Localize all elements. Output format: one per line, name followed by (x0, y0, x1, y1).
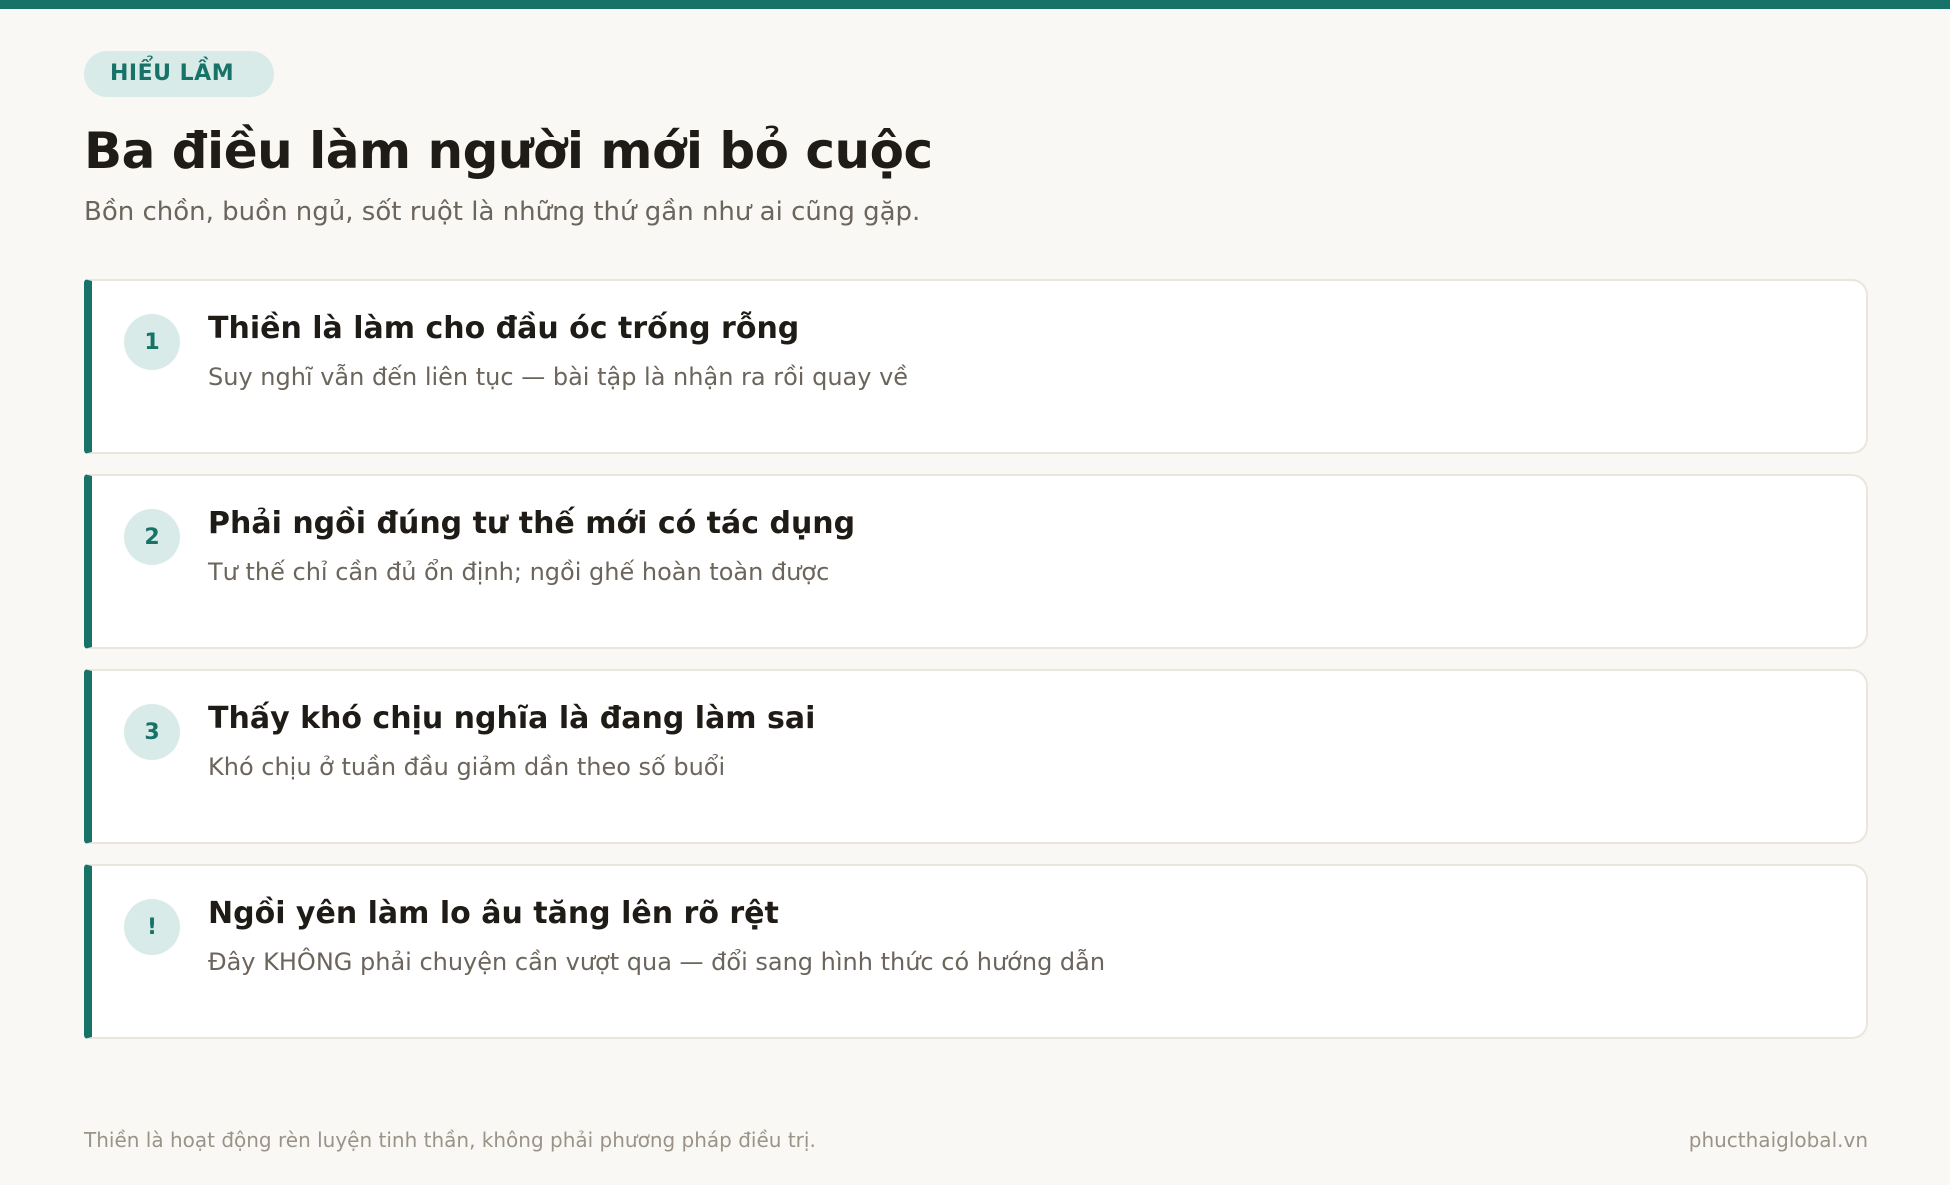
misconception-card-3: 3 Thấy khó chịu nghĩa là đang làm sai Kh… (84, 669, 1868, 844)
card-title: Thấy khó chịu nghĩa là đang làm sai (208, 701, 816, 736)
warning-card: ! Ngồi yên làm lo âu tăng lên rõ rệt Đây… (84, 864, 1868, 1039)
card-description: Tư thế chỉ cần đủ ổn định; ngồi ghế hoàn… (208, 558, 830, 586)
page-subtitle: Bồn chồn, buồn ngủ, sốt ruột là những th… (84, 197, 921, 227)
card-description: Suy nghĩ vẫn đến liên tục — bài tập là n… (208, 363, 909, 391)
category-tag: HIỂU LẦM (84, 51, 275, 97)
misconception-card-1: 1 Thiền là làm cho đầu óc trống rỗng Suy… (84, 279, 1868, 454)
card-description: Khó chịu ở tuần đầu giảm dần theo số buổ… (208, 753, 726, 781)
page-title: Ba điều làm người mới bỏ cuộc (84, 122, 933, 180)
top-accent-bar (0, 0, 1950, 9)
warning-badge-icon: ! (124, 899, 180, 955)
card-title: Ngồi yên làm lo âu tăng lên rõ rệt (208, 896, 779, 931)
number-badge: 3 (124, 704, 180, 760)
misconception-card-2: 2 Phải ngồi đúng tư thế mới có tác dụng … (84, 474, 1868, 649)
footer-site-link[interactable]: phucthaiglobal.vn (1689, 1127, 1868, 1153)
card-title: Thiền là làm cho đầu óc trống rỗng (208, 311, 800, 346)
footer-disclaimer: Thiền là hoạt động rèn luyện tinh thần, … (84, 1128, 816, 1152)
misconception-list: 1 Thiền là làm cho đầu óc trống rỗng Suy… (84, 279, 1868, 1059)
page-content: HIỂU LẦM Ba điều làm người mới bỏ cuộc B… (84, 51, 1868, 1039)
card-title: Phải ngồi đúng tư thế mới có tác dụng (208, 506, 856, 541)
number-badge: 2 (124, 509, 180, 565)
card-description: Đây KHÔNG phải chuyện cần vượt qua — đổi… (208, 948, 1106, 976)
number-badge: 1 (124, 314, 180, 370)
